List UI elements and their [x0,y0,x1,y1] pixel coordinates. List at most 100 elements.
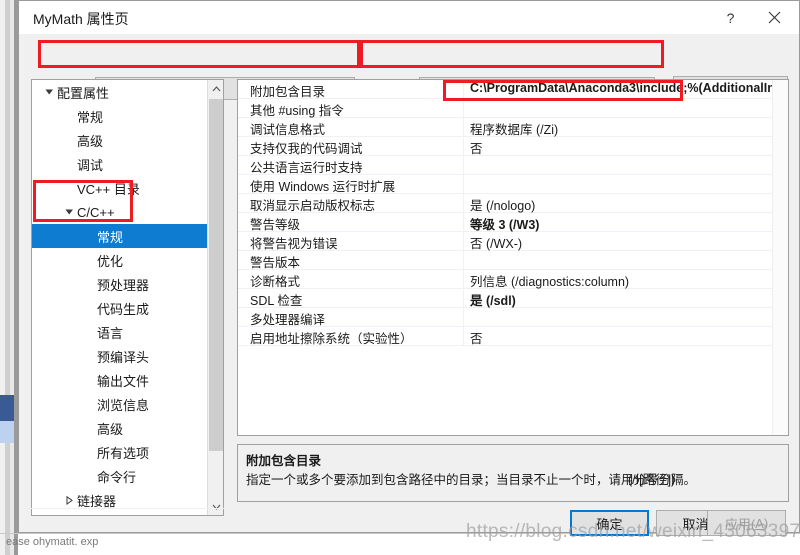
column-splitter[interactable] [463,194,464,212]
column-splitter[interactable] [463,327,464,345]
column-splitter[interactable] [463,308,464,326]
tree-item-label: 高级 [97,421,124,437]
property-value[interactable]: 程序数据库 (/Zi) [470,119,786,138]
tree-item[interactable]: C/C++ [32,200,208,224]
property-value[interactable]: 否 [470,328,786,347]
help-glyph: ? [726,9,735,26]
property-value[interactable]: 是 (/sdl) [470,290,786,309]
tree-item[interactable]: 代码生成 [32,296,208,320]
property-row[interactable]: SDL 检查 是 (/sdl) [238,289,788,308]
column-splitter[interactable] [463,80,464,98]
property-row[interactable]: 附加包含目录 C:\ProgramData\Anaconda3\include;%… [238,80,788,99]
property-row[interactable]: 公共语言运行时支持 [238,156,788,175]
tree-item-label: 清单工具 [76,515,129,516]
property-grid-rows: 附加包含目录 C:\ProgramData\Anaconda3\include;%… [238,80,788,346]
property-name: SDL 检查 [250,294,303,308]
property-value[interactable]: 等级 3 (/W3) [470,214,786,233]
description-switch: (/I[路径]) [628,473,676,487]
tree-item[interactable]: 高级 [32,128,208,152]
property-name: 诊断格式 [250,275,301,289]
help-icon[interactable]: ? [708,1,753,34]
scroll-down-icon[interactable] [208,498,223,515]
tree-scrollbar-thumb[interactable] [209,99,223,451]
column-splitter[interactable] [463,251,464,269]
property-name: 警告版本 [250,256,301,270]
grid-scrollbar[interactable] [772,80,788,435]
column-splitter[interactable] [463,270,464,288]
property-row[interactable]: 调试信息格式 程序数据库 (/Zi) [238,118,788,137]
property-grid[interactable]: 附加包含目录 C:\ProgramData\Anaconda3\include;%… [237,79,789,436]
column-splitter[interactable] [463,232,464,250]
tree-item-label: 常规 [77,109,104,125]
property-value[interactable]: 是 (/nologo) [470,195,786,214]
background-output-text: ease ohymatit. exp [6,536,99,548]
column-splitter[interactable] [463,156,464,174]
tree-item[interactable]: 优化 [32,248,208,272]
expander-collapsed-icon[interactable] [62,495,76,505]
property-row[interactable]: 警告等级 等级 3 (/W3) [238,213,788,232]
tree-scrollbar[interactable] [207,80,223,515]
dialog-title: MyMath 属性页 [33,11,129,27]
close-icon[interactable] [752,1,797,34]
column-splitter[interactable] [463,118,464,136]
tree-item[interactable]: VC++ 目录 [32,176,208,200]
tree-item[interactable]: 预处理器 [32,272,208,296]
tree-item-label: 调试 [77,157,104,173]
tree-item-label: VC++ 目录 [77,181,140,197]
tree-item[interactable]: 常规 [32,104,208,128]
tree-item-label: 所有选项 [97,445,150,461]
tree-item-label: 链接器 [77,493,117,509]
property-name: 启用地址擦除系统（实验性） [250,332,413,346]
tree-item[interactable]: 命令行 [32,464,208,488]
tree-item[interactable]: 常规 [32,224,223,248]
property-row[interactable]: 其他 #using 指令 [238,99,788,118]
tree-item-label: 浏览信息 [97,397,150,413]
column-splitter[interactable] [463,213,464,231]
expander-expanded-icon[interactable] [62,208,76,217]
property-name: 多处理器编译 [250,313,326,327]
property-tree[interactable]: 配置属性 常规 高级 调试 VC++ 目录 C/C++ 常规 优化 预处理器 代码生成 语言 预编译头… [31,79,224,516]
property-value[interactable]: 否 (/WX-) [470,233,786,252]
property-row[interactable]: 诊断格式 列信息 (/diagnostics:column) [238,270,788,289]
configuration-bar: 配置(C): Release 平台(P): x64 配置管理器(O)... [19,34,799,100]
property-row[interactable]: 启用地址擦除系统（实验性） 否 [238,327,788,346]
tree-item-label: 高级 [77,133,104,149]
property-name: 取消显示启动版权标志 [250,199,376,213]
tree-item[interactable]: 浏览信息 [32,392,208,416]
tree-item[interactable]: 语言 [32,320,208,344]
tree-item[interactable]: 配置属性 [32,80,208,104]
tree-item-label: 代码生成 [97,301,150,317]
column-splitter[interactable] [463,175,464,193]
tree-item-label: 预处理器 [97,277,150,293]
column-splitter[interactable] [463,137,464,155]
tree-item[interactable]: 调试 [32,152,208,176]
tree-item[interactable]: 预编译头 [32,344,208,368]
property-tree-items: 配置属性 常规 高级 调试 VC++ 目录 C/C++ 常规 优化 预处理器 代码生成 语言 预编译头… [32,80,223,516]
column-splitter[interactable] [463,289,464,307]
ok-button[interactable]: 确定 [570,510,649,536]
scroll-up-icon[interactable] [208,80,223,97]
property-name: 其他 #using 指令 [250,104,344,118]
property-name: 将警告视为错误 [250,237,338,251]
expander-expanded-icon[interactable] [42,88,56,97]
tree-item[interactable]: 输出文件 [32,368,208,392]
property-value[interactable]: 否 [470,138,786,157]
property-row[interactable]: 支持仅我的代码调试 否 [238,137,788,156]
tree-item[interactable]: 高级 [32,416,208,440]
property-row[interactable]: 使用 Windows 运行时扩展 [238,175,788,194]
property-value[interactable]: C:\ProgramData\Anaconda3\include;%(Addit… [470,81,786,95]
property-row[interactable]: 警告版本 [238,251,788,270]
property-row[interactable]: 取消显示启动版权标志 是 (/nologo) [238,194,788,213]
tree-item[interactable]: 清单工具 [32,512,208,516]
tree-item[interactable]: 所有选项 [32,440,208,464]
tree-item-label: 常规 [97,229,124,245]
description-title: 附加包含目录 [246,454,322,468]
column-splitter[interactable] [463,99,464,117]
property-row[interactable]: 多处理器编译 [238,308,788,327]
property-row[interactable]: 将警告视为错误 否 (/WX-) [238,232,788,251]
property-name: 使用 Windows 运行时扩展 [250,180,396,194]
property-name: 公共语言运行时支持 [250,161,363,175]
tree-item-label: 配置属性 [57,85,110,101]
property-value[interactable]: 列信息 (/diagnostics:column) [470,271,786,290]
property-name: 附加包含目录 [250,85,326,99]
